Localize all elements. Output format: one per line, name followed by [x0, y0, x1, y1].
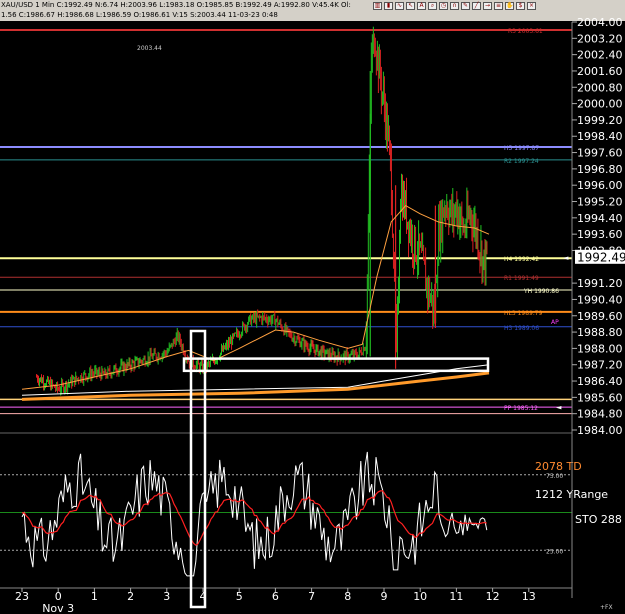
level-label-6: HL3 1989.79: [504, 310, 543, 317]
price-tick-label: 1990.40: [577, 293, 623, 306]
price-tick-label: 1991.20: [577, 277, 623, 290]
time-tick-label: 2: [127, 590, 134, 603]
price-tick-label: 1989.60: [577, 310, 623, 323]
time-tick-label: 3: [163, 590, 170, 603]
grid: [0, 22, 625, 614]
time-tick-label: 10: [413, 590, 427, 603]
price-tick-label: 1996.80: [577, 163, 623, 176]
candles: [35, 26, 488, 396]
price-tick-label: 2004.00: [577, 16, 623, 29]
price-tick-label: 2001.60: [577, 65, 623, 78]
price-tick-label: 1984.80: [577, 408, 623, 421]
date-label: Nov 3: [42, 602, 74, 614]
price-tick-label: 1996.00: [577, 179, 623, 192]
price-tick-label: 1986.40: [577, 375, 623, 388]
level-label-0: R3 2003.61: [508, 28, 543, 35]
price-tick-label: 1997.60: [577, 147, 623, 160]
price-tick-label: 1988.80: [577, 326, 623, 339]
price-tick-label: 1984.00: [577, 424, 623, 437]
highlight-box-horizontal: [182, 357, 490, 373]
pointer-icon: ◄: [556, 404, 562, 412]
level-label-8: PP 1985.12: [504, 405, 538, 412]
td-label: 2078 TD: [535, 460, 582, 473]
price-tick-label: 2003.20: [577, 32, 623, 45]
time-tick-label: 7: [308, 590, 315, 603]
top-price-label: 2003.44: [137, 45, 162, 52]
corner-label: +FX: [600, 604, 613, 611]
sto-label: STO 288: [575, 513, 622, 526]
time-tick-label: 11: [449, 590, 463, 603]
price-tick-label: 1985.60: [577, 391, 623, 404]
price-tick-label: 1988.00: [577, 342, 623, 355]
time-tick-label: 8: [344, 590, 351, 603]
price-tick-label: 1999.20: [577, 114, 623, 127]
time-tick-label: 13: [522, 590, 536, 603]
time-tick-label: 6: [272, 590, 279, 603]
level-label-5: YH 1990.86: [523, 288, 559, 295]
price-tick-label: 1987.20: [577, 359, 623, 372]
level-label-2: R2 1997.24: [504, 158, 539, 165]
oscillator-panel: 75.0025.002078 TD1212 YRangeSTO 288: [0, 451, 622, 577]
price-tick-label: 1993.60: [577, 228, 623, 241]
magenta-label: AP: [551, 319, 559, 326]
time-tick-label: 1: [91, 590, 98, 603]
level-label-1: H5 1997.87: [504, 145, 539, 152]
level-label-7: H3 1989.06: [504, 325, 539, 332]
time-tick-label: 5: [236, 590, 243, 603]
osc-label-25: 25.00: [546, 548, 563, 555]
price-tick-label: 1994.40: [577, 212, 623, 225]
price-tick-label: 2000.00: [577, 98, 623, 111]
time-tick-label: 23: [15, 590, 29, 603]
level-label-3: H4 1992.42: [504, 256, 539, 263]
price-tick-label: 1995.20: [577, 196, 623, 209]
time-tick-label: 9: [381, 590, 388, 603]
price-levels: R3 2003.61 H5 1997.87 R2 1997.24 H4 1992.42…: [0, 28, 572, 415]
level-label-4: R1 1991.49: [504, 275, 539, 282]
osc-label-75: 75.00: [546, 473, 563, 480]
time-tick-label: 12: [486, 590, 500, 603]
price-chart[interactable]: R3 2003.61 H5 1997.87 R2 1997.24 H4 1992.42…: [0, 0, 625, 614]
last-price-arrow-icon: ◄: [563, 254, 569, 262]
price-tick-label: 2000.80: [577, 81, 623, 94]
last-price-label: 1992.49: [577, 250, 625, 264]
price-tick-label: 1998.40: [577, 130, 623, 143]
highlight-box-vertical: [189, 329, 207, 609]
price-tick-label: 2002.40: [577, 49, 623, 62]
